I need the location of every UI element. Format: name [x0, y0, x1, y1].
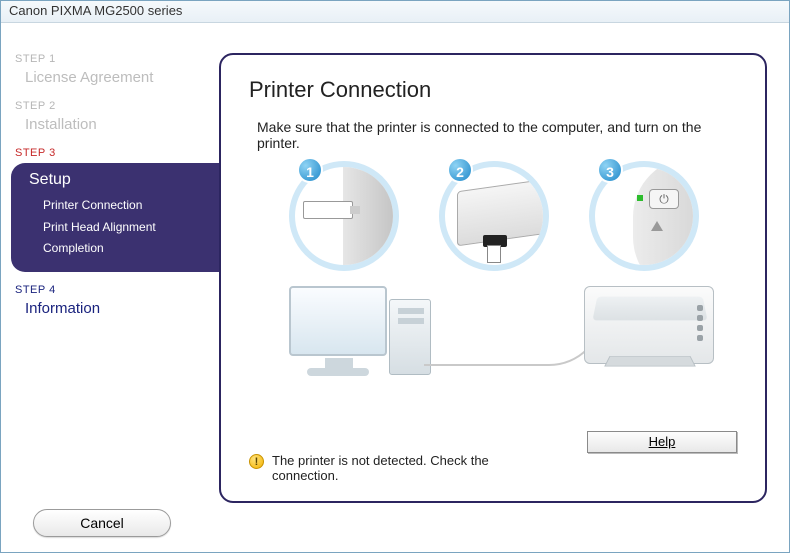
badge-1: 1: [297, 157, 323, 183]
wizard-sidebar: STEP 1 License Agreement STEP 2 Installa…: [15, 53, 215, 331]
step-3-sub-completion: Completion: [29, 238, 219, 260]
monitor-icon: [289, 286, 387, 356]
power-button-icon: ⏻: [649, 189, 679, 209]
step-3: STEP 3 Setup Printer Connection Print He…: [15, 147, 215, 272]
badge-2: 2: [447, 157, 473, 183]
bottom-bar: Cancel: [1, 503, 789, 551]
step-3-title: Setup: [29, 171, 219, 189]
page-heading: Printer Connection: [249, 77, 737, 103]
step-2-label: STEP 2: [15, 100, 215, 112]
window-title: Canon PIXMA MG2500 series: [9, 3, 182, 18]
warning-icon: !: [249, 454, 264, 469]
step-1-label: STEP 1: [15, 53, 215, 65]
window-titlebar: Canon PIXMA MG2500 series: [1, 1, 789, 23]
step-3-block: Setup Printer Connection Print Head Alig…: [11, 163, 219, 272]
badge-3: 3: [597, 157, 623, 183]
step-4-title: Information: [15, 300, 215, 317]
usb-plug-icon: [303, 201, 353, 219]
printer-icon: [584, 286, 714, 364]
warning-text: The printer is not detected. Check the c…: [272, 453, 519, 483]
alert-led-icon: [651, 221, 663, 231]
help-button-label: Help: [649, 434, 676, 449]
step-4: STEP 4 Information: [15, 284, 215, 317]
cable-icon: [424, 311, 604, 366]
step-3-sub-printer-connection: Printer Connection: [29, 195, 219, 217]
cancel-button[interactable]: Cancel: [33, 509, 171, 537]
step-3-label: STEP 3: [15, 147, 215, 159]
usb-plug-icon: [487, 245, 501, 263]
step-3-sub-print-head-alignment: Print Head Alignment: [29, 217, 219, 239]
main-panel: Printer Connection Make sure that the pr…: [219, 53, 767, 503]
step-4-label: STEP 4: [15, 284, 215, 296]
content-area: STEP 1 License Agreement STEP 2 Installa…: [1, 23, 789, 503]
step-2: STEP 2 Installation: [15, 100, 215, 133]
help-button[interactable]: Help: [587, 431, 737, 453]
step-2-title: Installation: [15, 116, 215, 133]
step-1: STEP 1 License Agreement: [15, 53, 215, 86]
cancel-button-label: Cancel: [80, 515, 124, 531]
connection-illustration: 1 2 ⏻ 3: [249, 161, 739, 376]
instruction-text: Make sure that the printer is connected …: [249, 119, 737, 151]
power-led-icon: [637, 195, 643, 201]
step-1-title: License Agreement: [15, 69, 215, 86]
warning-row: ! The printer is not detected. Check the…: [249, 453, 519, 483]
